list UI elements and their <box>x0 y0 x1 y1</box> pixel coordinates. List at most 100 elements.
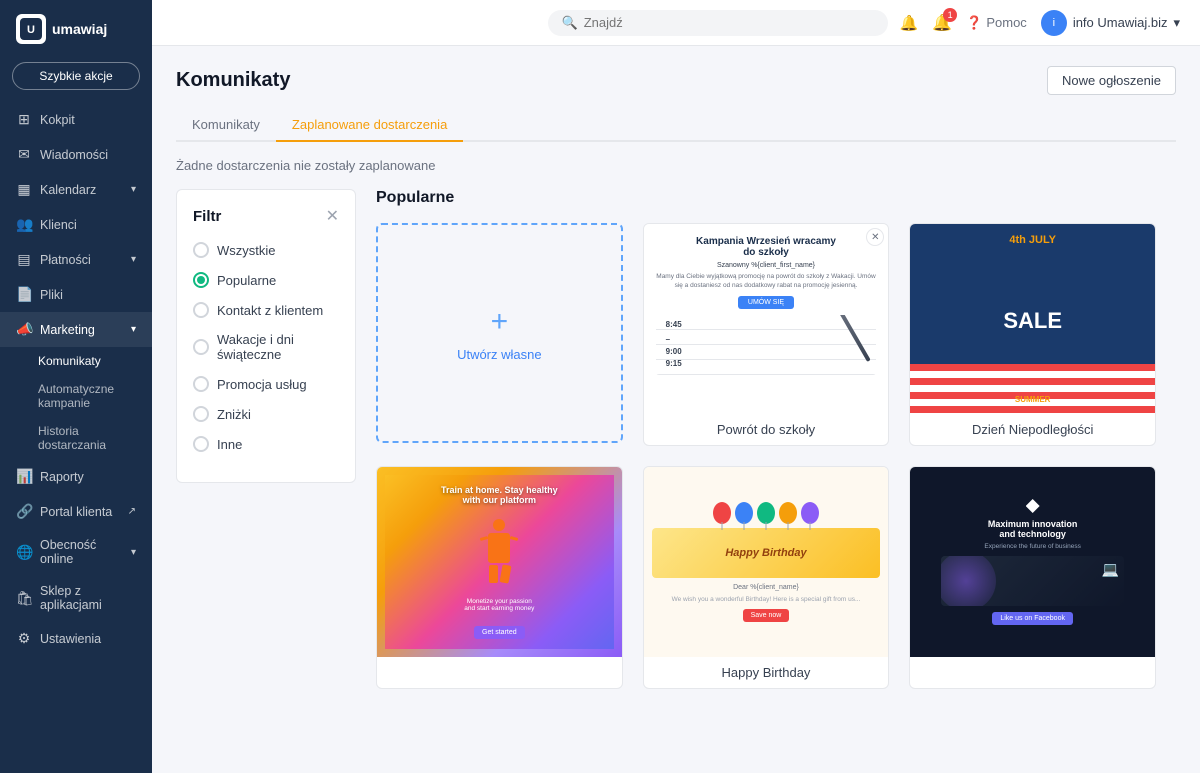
page-header: Komunikaty Nowe ogłoszenie <box>176 66 1176 95</box>
radio-inner <box>197 276 205 284</box>
chevron-down-icon: ▾ <box>131 324 136 335</box>
flag-stripes-decoration <box>910 364 1155 414</box>
sidebar-item-sklep[interactable]: 🛍 Sklep z aplikacjami <box>0 575 152 621</box>
create-own-label: Utwórz własne <box>457 347 542 362</box>
filter-option-wakacje[interactable]: Wakacje i dni świąteczne <box>193 332 339 362</box>
radio-wakacje <box>193 339 209 355</box>
preview-close-button[interactable]: ✕ <box>866 228 884 246</box>
tech-logo-icon <box>1026 499 1040 513</box>
template-label-back-to-school: Powrót do szkoły <box>644 414 889 445</box>
templates-grid: + Utwórz własne ✕ Kampania Wrzesień wrac… <box>376 223 1156 689</box>
birthday-button[interactable]: Save now <box>743 609 790 622</box>
template-card-tech[interactable]: Maximum innovationand technology Experie… <box>909 466 1156 689</box>
template-card-fitness[interactable]: Train at home. Stay healthywith our plat… <box>376 466 623 689</box>
avatar: i <box>1041 10 1067 36</box>
template-card-create-own[interactable]: + Utwórz własne <box>376 223 623 446</box>
user-menu-button[interactable]: i info Umawiaj.biz ▾ <box>1041 10 1180 36</box>
template-label-tech <box>910 657 1155 673</box>
new-announcement-button[interactable]: Nowe ogłoszenie <box>1047 66 1176 95</box>
filter-option-label: Popularne <box>217 273 276 288</box>
sidebar-item-label: Raporty <box>40 470 84 484</box>
sidebar: U umawiaj Szybkie akcje ⊞ Kokpit ✉ Wiado… <box>0 0 152 773</box>
sidebar-item-ustawienia[interactable]: ⚙ Ustawienia <box>0 621 152 656</box>
sidebar-item-label: Wiadomości <box>40 148 108 162</box>
page-title: Komunikaty <box>176 69 290 92</box>
topbar: 🔍 🔔 🔔 1 ❓ Pomoc i info Umawiaj.biz ▾ <box>152 0 1200 46</box>
sidebar-item-kalendarz[interactable]: ▦ Kalendarz ▾ <box>0 172 152 207</box>
kalendarz-icon: ▦ <box>16 181 32 198</box>
refresh-icon-button[interactable]: 🔔 <box>900 14 919 32</box>
logo[interactable]: U umawiaj <box>0 0 152 58</box>
sidebar-item-label: Obecność online <box>40 538 123 566</box>
sidebar-item-klienci[interactable]: 👥 Klienci <box>0 207 152 242</box>
filter-option-label: Zniżki <box>217 407 251 422</box>
create-own-card[interactable]: + Utwórz własne <box>376 223 623 443</box>
search-bar[interactable]: 🔍 <box>548 10 888 36</box>
sidebar-item-kokpit[interactable]: ⊞ Kokpit <box>0 102 152 137</box>
kokpit-icon: ⊞ <box>16 111 32 128</box>
help-button[interactable]: ❓ Pomoc <box>966 15 1027 31</box>
sidebar-subitem-komunikaty[interactable]: Komunikaty <box>0 347 152 375</box>
filter-option-kontakt[interactable]: Kontakt z klientem <box>193 302 339 318</box>
search-input[interactable] <box>584 15 874 30</box>
user-label: info Umawiaj.biz <box>1073 15 1168 30</box>
filter-option-label: Inne <box>217 437 242 452</box>
topbar-icons: 🔔 🔔 1 ❓ Pomoc i info Umawiaj.biz ▾ <box>900 10 1180 36</box>
balloon-purple <box>801 502 819 524</box>
template-label-independence: Dzień Niepodległości <box>910 414 1155 445</box>
sidebar-item-label: Marketing <box>40 323 95 337</box>
template-preview-tech: Maximum innovationand technology Experie… <box>910 467 1155 657</box>
radio-popularne <box>193 272 209 288</box>
template-preview-back-to-school: ✕ Kampania Wrzesień wracamydo szkoły Sza… <box>644 224 889 414</box>
balloon-green <box>757 502 775 524</box>
sidebar-item-platnosci[interactable]: ▤ Płatności ▾ <box>0 242 152 277</box>
radio-znizki <box>193 406 209 422</box>
pliki-icon: 📄 <box>16 286 32 303</box>
quick-action-button[interactable]: Szybkie akcje <box>12 62 140 90</box>
sidebar-item-obecnosc[interactable]: 🌐 Obecność online ▾ <box>0 529 152 575</box>
sklep-icon: 🛍 <box>16 590 32 607</box>
tech-sub: Experience the future of business <box>984 543 1080 550</box>
tabs: Komunikaty Zaplanowane dostarczenia <box>176 109 1176 142</box>
sidebar-subitem-historia[interactable]: Historia dostarczania <box>0 417 152 459</box>
birthday-title: Happy Birthday <box>725 547 806 559</box>
svg-text:U: U <box>27 24 35 36</box>
birthday-greeting: Dear %{client_name} <box>733 584 799 591</box>
sidebar-item-raporty[interactable]: 📊 Raporty <box>0 459 152 494</box>
tab-komunikaty[interactable]: Komunikaty <box>176 109 276 142</box>
sidebar-item-label: Klienci <box>40 218 77 232</box>
filter-option-wszystkie[interactable]: Wszystkie <box>193 242 339 258</box>
sidebar-item-wiadomosci[interactable]: ✉ Wiadomości <box>0 137 152 172</box>
filter-option-inne[interactable]: Inne <box>193 436 339 452</box>
filter-option-promocja[interactable]: Promocja usług <box>193 376 339 392</box>
sidebar-item-marketing[interactable]: 📣 Marketing ▾ <box>0 312 152 347</box>
preview-cta-button[interactable]: UMÓW SIĘ <box>738 296 794 309</box>
template-card-independence[interactable]: 4th JULY SALE SUMMER Dzień Niepodległośc… <box>909 223 1156 446</box>
notification-badge: 1 <box>943 8 957 22</box>
july-text: 4th JULY <box>1009 234 1056 246</box>
main-wrapper: 🔍 🔔 🔔 1 ❓ Pomoc i info Umawiaj.biz ▾ Kom… <box>152 0 1200 773</box>
filter-option-znizki[interactable]: Zniżki <box>193 406 339 422</box>
template-preview-fitness: Train at home. Stay healthywith our plat… <box>377 467 622 657</box>
sidebar-item-pliki[interactable]: 📄 Pliki <box>0 277 152 312</box>
tech-button[interactable]: Like us on Facebook <box>992 612 1073 625</box>
tab-zaplanowane[interactable]: Zaplanowane dostarczenia <box>276 109 463 142</box>
sidebar-item-portal[interactable]: 🔗 Portal klienta ↗ <box>0 494 152 529</box>
birthday-banner: Happy Birthday <box>652 528 881 578</box>
fitness-button[interactable]: Get started <box>474 626 525 639</box>
birthday-body: We wish you a wonderful Birthday! Here i… <box>672 595 861 604</box>
no-deliveries-text: Żadne dostarczenia nie zostały zaplanowa… <box>176 158 1176 173</box>
filter-close-button[interactable]: ✕ <box>326 206 339 226</box>
sidebar-nav: ⊞ Kokpit ✉ Wiadomości ▦ Kalendarz ▾ 👥 Kl… <box>0 102 152 773</box>
radio-inne <box>193 436 209 452</box>
balloon-yellow <box>779 502 797 524</box>
templates-area: Popularne + Utwórz własne ✕ <box>356 189 1176 689</box>
filter-option-popularne[interactable]: Popularne <box>193 272 339 288</box>
wiadomosci-icon: ✉ <box>16 146 32 163</box>
templates-section-title: Popularne <box>376 189 1156 207</box>
radio-wszystkie <box>193 242 209 258</box>
template-card-birthday[interactable]: Happy Birthday Dear %{client_name} We wi… <box>643 466 890 689</box>
notifications-button[interactable]: 🔔 1 <box>932 13 952 33</box>
template-card-back-to-school[interactable]: ✕ Kampania Wrzesień wracamydo szkoły Sza… <box>643 223 890 446</box>
sidebar-subitem-automatyczne[interactable]: Automatyczne kampanie <box>0 375 152 417</box>
